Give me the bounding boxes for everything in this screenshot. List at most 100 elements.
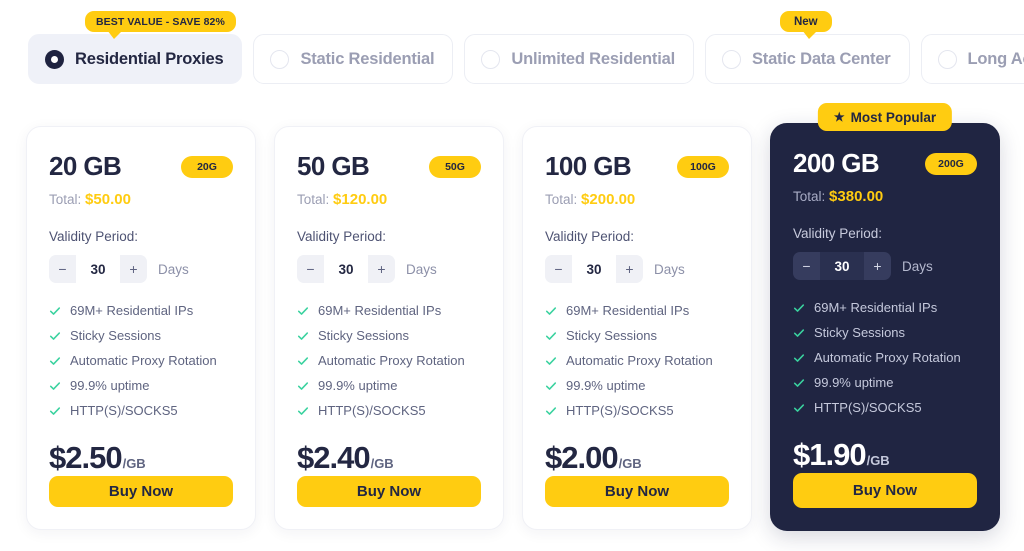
buy-now-button[interactable]: Buy Now: [49, 476, 233, 507]
increment-button[interactable]: +: [864, 252, 891, 280]
increment-button[interactable]: +: [120, 255, 147, 283]
decrement-button[interactable]: −: [297, 255, 324, 283]
feature-list: 69M+ Residential IPs Sticky Sessions Autom…: [49, 303, 233, 418]
feature-item: Sticky Sessions: [793, 325, 977, 340]
unit-price-suffix: /GB: [123, 456, 146, 471]
feature-label: HTTP(S)/SOCKS5: [318, 403, 426, 418]
unit-price-suffix: /GB: [619, 456, 642, 471]
feature-item: Sticky Sessions: [49, 328, 233, 343]
total-amount: $50.00: [85, 191, 131, 208]
total-prefix-label: Total:: [297, 192, 329, 207]
check-icon: [297, 305, 309, 317]
total-amount: $120.00: [333, 191, 387, 208]
radio-icon[interactable]: [481, 50, 500, 69]
feature-item: 99.9% uptime: [545, 378, 729, 393]
check-icon: [545, 305, 557, 317]
tab-residential-proxies[interactable]: BEST VALUE - SAVE 82%Residential Proxies: [28, 34, 242, 84]
check-icon: [793, 402, 805, 414]
days-label: Days: [406, 262, 437, 277]
check-icon: [49, 330, 61, 342]
tab-label: Static Data Center: [752, 50, 891, 69]
validity-value[interactable]: 30: [820, 252, 864, 280]
feature-label: Sticky Sessions: [566, 328, 657, 343]
plan-total-row: Total: $50.00: [49, 191, 233, 208]
feature-item: 99.9% uptime: [793, 375, 977, 390]
feature-label: HTTP(S)/SOCKS5: [70, 403, 178, 418]
validity-stepper-row: −30+Days: [49, 255, 233, 283]
feature-label: 69M+ Residential IPs: [814, 300, 937, 315]
check-icon: [545, 405, 557, 417]
decrement-button[interactable]: −: [793, 252, 820, 280]
radio-icon[interactable]: [722, 50, 741, 69]
plan-title: 200 GB: [793, 148, 879, 179]
tab-static-residential[interactable]: Static Residential: [253, 34, 453, 84]
feature-item: HTTP(S)/SOCKS5: [49, 403, 233, 418]
tab-static-data-center[interactable]: NewStatic Data Center: [705, 34, 910, 84]
days-label: Days: [902, 259, 933, 274]
star-icon: ★: [834, 111, 845, 123]
decrement-button[interactable]: −: [49, 255, 76, 283]
check-icon: [297, 330, 309, 342]
most-popular-badge: ★Most Popular: [818, 103, 952, 131]
days-label: Days: [654, 262, 685, 277]
radio-icon[interactable]: [45, 50, 64, 69]
validity-stepper[interactable]: −30+: [793, 252, 891, 280]
feature-item: Automatic Proxy Rotation: [793, 350, 977, 365]
buy-now-button[interactable]: Buy Now: [297, 476, 481, 507]
check-icon: [793, 352, 805, 364]
tab-long-acting-isp[interactable]: Long Acting ISP: [921, 34, 1024, 84]
validity-value[interactable]: 30: [572, 255, 616, 283]
feature-list: 69M+ Residential IPs Sticky Sessions Autom…: [793, 300, 977, 415]
feature-item: Sticky Sessions: [297, 328, 481, 343]
buy-now-button[interactable]: Buy Now: [545, 476, 729, 507]
feature-label: 99.9% uptime: [318, 378, 398, 393]
feature-item: 69M+ Residential IPs: [49, 303, 233, 318]
unit-price-row: $1.90/GB: [793, 437, 977, 473]
pricing-card: 20 GB20GTotal: $50.00Validity Period:−30…: [26, 126, 256, 530]
feature-label: 99.9% uptime: [70, 378, 150, 393]
feature-label: Automatic Proxy Rotation: [70, 353, 217, 368]
check-icon: [297, 355, 309, 367]
buy-now-button[interactable]: Buy Now: [793, 473, 977, 508]
pricing-cards-row: 20 GB20GTotal: $50.00Validity Period:−30…: [26, 126, 1000, 530]
feature-item: 69M+ Residential IPs: [793, 300, 977, 315]
feature-label: 69M+ Residential IPs: [318, 303, 441, 318]
feature-item: HTTP(S)/SOCKS5: [297, 403, 481, 418]
validity-period-label: Validity Period:: [297, 229, 481, 244]
validity-period-label: Validity Period:: [49, 229, 233, 244]
validity-period-label: Validity Period:: [545, 229, 729, 244]
check-icon: [545, 380, 557, 392]
feature-item: Sticky Sessions: [545, 328, 729, 343]
decrement-button[interactable]: −: [545, 255, 572, 283]
feature-label: Sticky Sessions: [814, 325, 905, 340]
feature-label: Sticky Sessions: [70, 328, 161, 343]
total-prefix-label: Total:: [793, 189, 825, 204]
increment-button[interactable]: +: [616, 255, 643, 283]
validity-value[interactable]: 30: [324, 255, 368, 283]
pricing-card: 100 GB100GTotal: $200.00Validity Period:…: [522, 126, 752, 530]
check-icon: [793, 377, 805, 389]
feature-label: HTTP(S)/SOCKS5: [566, 403, 674, 418]
validity-stepper[interactable]: −30+: [545, 255, 643, 283]
validity-stepper[interactable]: −30+: [49, 255, 147, 283]
plan-title: 20 GB: [49, 151, 121, 182]
validity-value[interactable]: 30: [76, 255, 120, 283]
proxy-type-tab-bar: BEST VALUE - SAVE 82%Residential Proxies…: [28, 34, 1024, 84]
increment-button[interactable]: +: [368, 255, 395, 283]
unit-price-row: $2.00/GB: [545, 440, 729, 476]
validity-stepper[interactable]: −30+: [297, 255, 395, 283]
feature-item: 69M+ Residential IPs: [297, 303, 481, 318]
check-icon: [545, 330, 557, 342]
card-header: 200 GB200G: [793, 148, 977, 179]
tab-unlimited-residential[interactable]: Unlimited Residential: [464, 34, 694, 84]
check-icon: [49, 305, 61, 317]
radio-icon[interactable]: [938, 50, 957, 69]
unit-price: $1.90: [793, 437, 866, 473]
radio-icon[interactable]: [270, 50, 289, 69]
feature-item: Automatic Proxy Rotation: [49, 353, 233, 368]
unit-price-suffix: /GB: [371, 456, 394, 471]
plan-total-row: Total: $120.00: [297, 191, 481, 208]
new-badge: New: [780, 11, 832, 32]
check-icon: [49, 405, 61, 417]
unit-price: $2.40: [297, 440, 370, 476]
